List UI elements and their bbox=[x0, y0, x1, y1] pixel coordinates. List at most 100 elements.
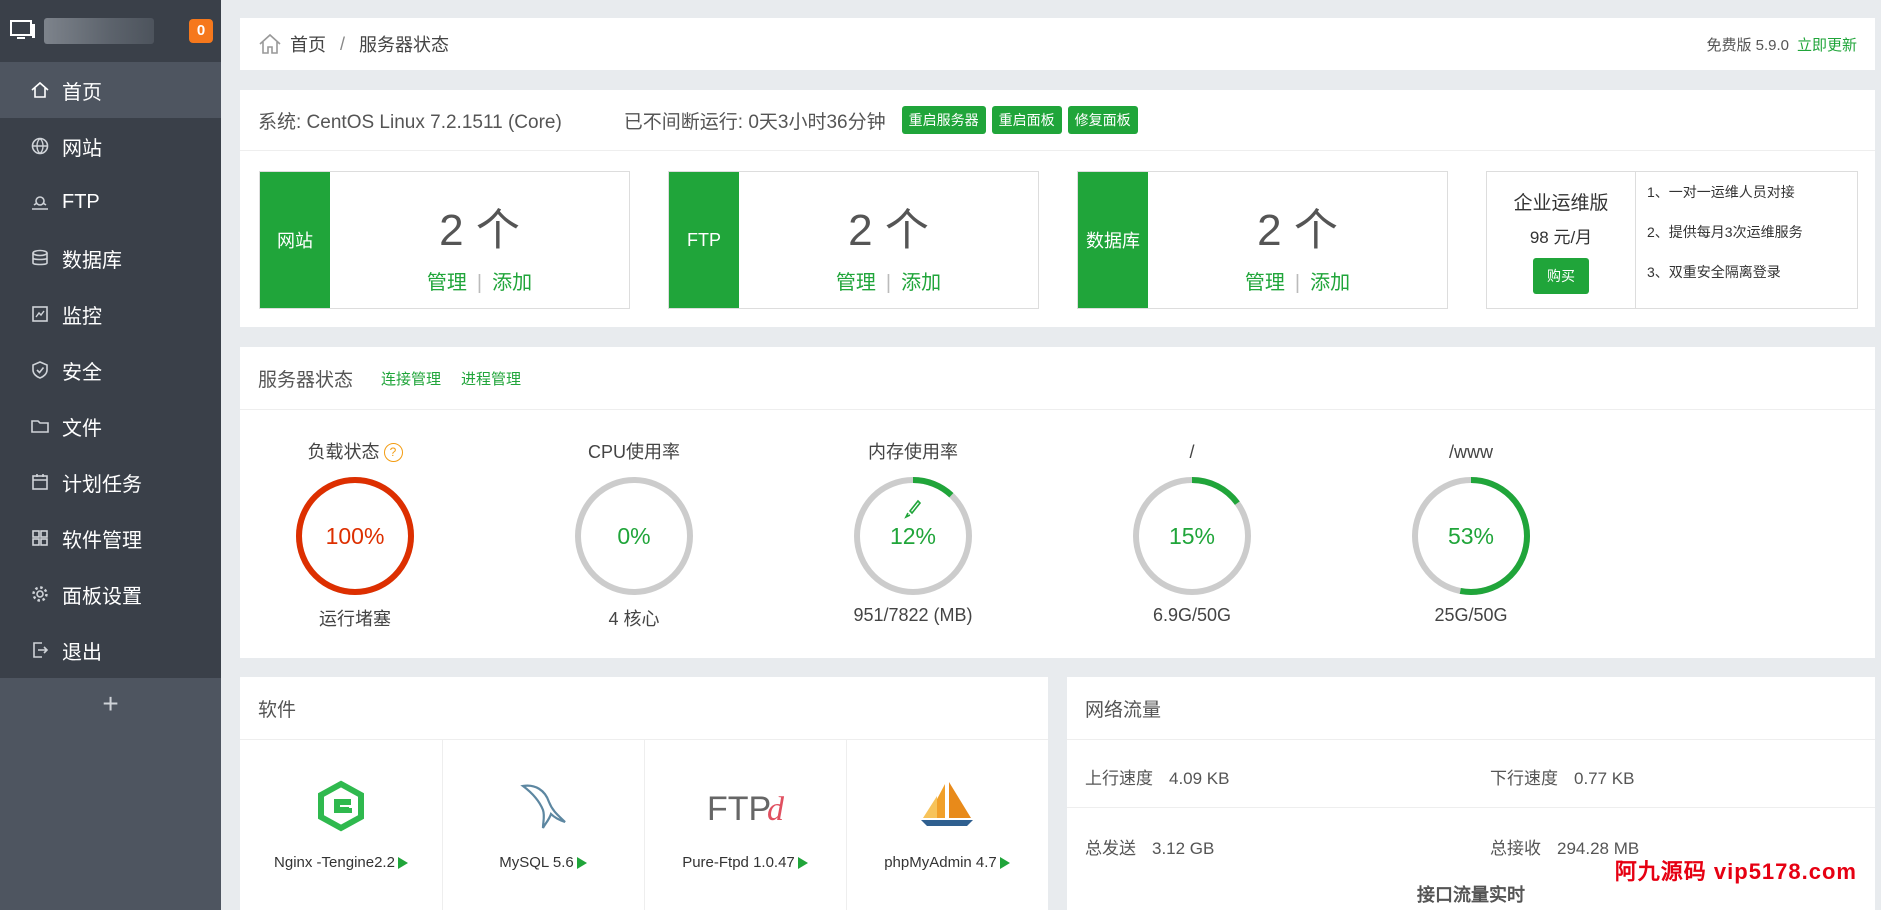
feature-item: 2、提供每月3次运维服务 bbox=[1647, 224, 1803, 240]
gauge-value: 53% bbox=[1448, 523, 1494, 549]
sidebar-item-label: 首页 bbox=[62, 81, 102, 104]
software-panel: 软件 Nginx -Tengine2.2 MySQL 5.6 FTP d Pure… bbox=[240, 677, 1048, 910]
manage-database-link[interactable]: 管理 bbox=[1245, 272, 1285, 294]
upload-speed: 上行速度 4.09 KB bbox=[1085, 764, 1230, 789]
software-item[interactable]: phpMyAdmin 4.7 bbox=[846, 740, 1048, 910]
gauge-ring: 15% bbox=[1133, 477, 1251, 595]
software-item[interactable]: FTP d Pure-Ftpd 1.0.47 bbox=[644, 740, 847, 910]
sidebar-item-security[interactable]: 安全 bbox=[0, 342, 221, 398]
software-name: phpMyAdmin 4.7 bbox=[884, 854, 997, 871]
sidebar-item-home[interactable]: 首页 bbox=[0, 62, 221, 118]
sidebar-item-label: 文件 bbox=[62, 417, 102, 440]
manage-website-link[interactable]: 管理 bbox=[427, 272, 467, 294]
buy-button[interactable]: 购买 bbox=[1533, 258, 1589, 294]
sent-value: 3.12 GB bbox=[1152, 839, 1215, 858]
add-website-link[interactable]: 添加 bbox=[492, 272, 532, 294]
breadcrumb-bar: 首页 / 服务器状态 免费版 5.9.0 立即更新 bbox=[240, 18, 1875, 70]
gauge-value: 100% bbox=[326, 523, 385, 549]
gauge-title: CPU使用率 bbox=[587, 442, 680, 462]
database-icon bbox=[32, 249, 48, 266]
breadcrumb-home[interactable]: 首页 bbox=[290, 31, 326, 57]
sidebar-item-ftp[interactable]: FTP bbox=[0, 174, 221, 230]
restart-panel-button[interactable]: 重启面板 bbox=[991, 106, 1062, 134]
enterprise-price: 98 元/月 bbox=[1529, 228, 1593, 247]
card-label: FTP bbox=[669, 172, 739, 308]
panel-title: 软件 bbox=[258, 699, 297, 721]
download-speed: 下行速度 0.77 KB bbox=[1490, 764, 1635, 789]
system-uptime: 已不间断运行: 0天3小时36分钟 bbox=[623, 111, 886, 133]
sidebar-item-monitor[interactable]: 监控 bbox=[0, 286, 221, 342]
card-actions: 管理 | 添加 bbox=[330, 266, 629, 295]
sidebar-item-label: 网站 bbox=[62, 137, 102, 160]
manage-ftp-link[interactable]: 管理 bbox=[836, 272, 876, 294]
restart-server-button[interactable]: 重启服务器 bbox=[901, 106, 986, 134]
sidebar-item-files[interactable]: 文件 bbox=[0, 398, 221, 454]
gauge-ring: 12% bbox=[854, 477, 972, 595]
gauge-4[interactable]: /www 53% 25G/50G bbox=[1376, 437, 1566, 626]
notification-badge[interactable]: 0 bbox=[189, 19, 213, 43]
play-icon bbox=[397, 857, 408, 870]
sidebar-item-database[interactable]: 数据库 bbox=[0, 230, 221, 286]
software-name: MySQL 5.6 bbox=[499, 854, 574, 871]
upload-value: 4.09 KB bbox=[1169, 769, 1230, 788]
feature-item: 1、一对一运维人员对接 bbox=[1647, 184, 1795, 200]
gauge-subtext: 运行堵塞 bbox=[319, 609, 391, 629]
server-status-panel: 服务器状态 连接管理 进程管理 负载状态? 100% 运行堵塞 CPU使用率 0% 4 核… bbox=[240, 347, 1875, 658]
logo: 0 bbox=[0, 0, 221, 62]
shield-icon bbox=[32, 361, 48, 379]
divider: | bbox=[1294, 272, 1301, 294]
home-icon[interactable] bbox=[258, 33, 282, 55]
add-database-link[interactable]: 添加 bbox=[1310, 272, 1350, 294]
sidebar-item-label: FTP bbox=[62, 190, 100, 213]
gauge-2[interactable]: 内存使用率 12% 951/7822 (MB) bbox=[818, 437, 1008, 626]
help-icon[interactable]: ? bbox=[383, 442, 403, 462]
svg-text:FTP: FTP bbox=[707, 790, 771, 828]
sidebar-item-software[interactable]: 软件管理 bbox=[0, 510, 221, 566]
process-manage-link[interactable]: 进程管理 bbox=[461, 368, 521, 389]
gauge-row: 负载状态? 100% 运行堵塞 CPU使用率 0% 4 核心 内存使用率 12% 951/782… bbox=[240, 437, 1875, 637]
gauge-1[interactable]: CPU使用率 0% 4 核心 bbox=[539, 437, 729, 631]
add-menu-button[interactable]: + bbox=[0, 678, 221, 730]
divider: | bbox=[476, 272, 483, 294]
sidebar-item-website[interactable]: 网站 bbox=[0, 118, 221, 174]
software-item[interactable]: Nginx -Tengine2.2 bbox=[240, 740, 443, 910]
gauge-title: /www bbox=[1449, 442, 1493, 462]
download-value: 0.77 KB bbox=[1574, 769, 1635, 788]
gauge-3[interactable]: / 15% 6.9G/50G bbox=[1097, 437, 1287, 626]
card-count: 2 个 bbox=[1257, 206, 1338, 255]
gauge-ring: 0% bbox=[575, 477, 693, 595]
overview-panel: 系统: CentOS Linux 7.2.1511 (Core) 已不间断运行:… bbox=[240, 90, 1875, 327]
sidebar-item-label: 软件管理 bbox=[62, 529, 142, 552]
card-count: 2 个 bbox=[848, 206, 929, 255]
repair-panel-button[interactable]: 修复面板 bbox=[1067, 106, 1138, 134]
gear-icon bbox=[32, 586, 48, 602]
ftpd-icon: FTPd bbox=[707, 790, 785, 828]
software-name: Nginx -Tengine2.2 bbox=[274, 854, 395, 871]
card-count: 2 个 bbox=[439, 206, 520, 255]
connection-manage-link[interactable]: 连接管理 bbox=[381, 368, 441, 389]
sidebar-item-cron[interactable]: 计划任务 bbox=[0, 454, 221, 510]
download-label: 下行速度 bbox=[1490, 769, 1558, 788]
software-item[interactable]: MySQL 5.6 bbox=[442, 740, 645, 910]
panel-header: 网络流量 bbox=[1067, 677, 1875, 740]
globe-icon bbox=[31, 137, 49, 155]
database-count-card: 数据库 2 个 管理 | 添加 bbox=[1077, 171, 1448, 309]
add-ftp-link[interactable]: 添加 bbox=[901, 272, 941, 294]
ftp-icon bbox=[32, 196, 48, 210]
sidebar-item-settings[interactable]: 面板设置 bbox=[0, 566, 221, 622]
server-name-blurred bbox=[44, 18, 154, 44]
phpmyadmin-sailboat-icon bbox=[921, 782, 973, 826]
gauge-value: 12% bbox=[890, 523, 936, 549]
received-label: 总接收 bbox=[1490, 839, 1541, 858]
system-os: 系统: CentOS Linux 7.2.1511 (Core) bbox=[258, 111, 562, 133]
sidebar-item-logout[interactable]: 退出 bbox=[0, 622, 221, 678]
gauge-value: 15% bbox=[1169, 523, 1215, 549]
gauge-subtext: 25G/50G bbox=[1434, 605, 1508, 625]
sent-label: 总发送 bbox=[1085, 839, 1136, 858]
version-info: 免费版 5.9.0 立即更新 bbox=[1706, 34, 1857, 55]
panel-title: 服务器状态 bbox=[258, 369, 354, 391]
sidebar-item-label: 监控 bbox=[62, 305, 102, 328]
divider bbox=[1067, 807, 1875, 808]
update-now-link[interactable]: 立即更新 bbox=[1797, 37, 1857, 54]
gauge-subtext: 4 核心 bbox=[608, 609, 660, 629]
